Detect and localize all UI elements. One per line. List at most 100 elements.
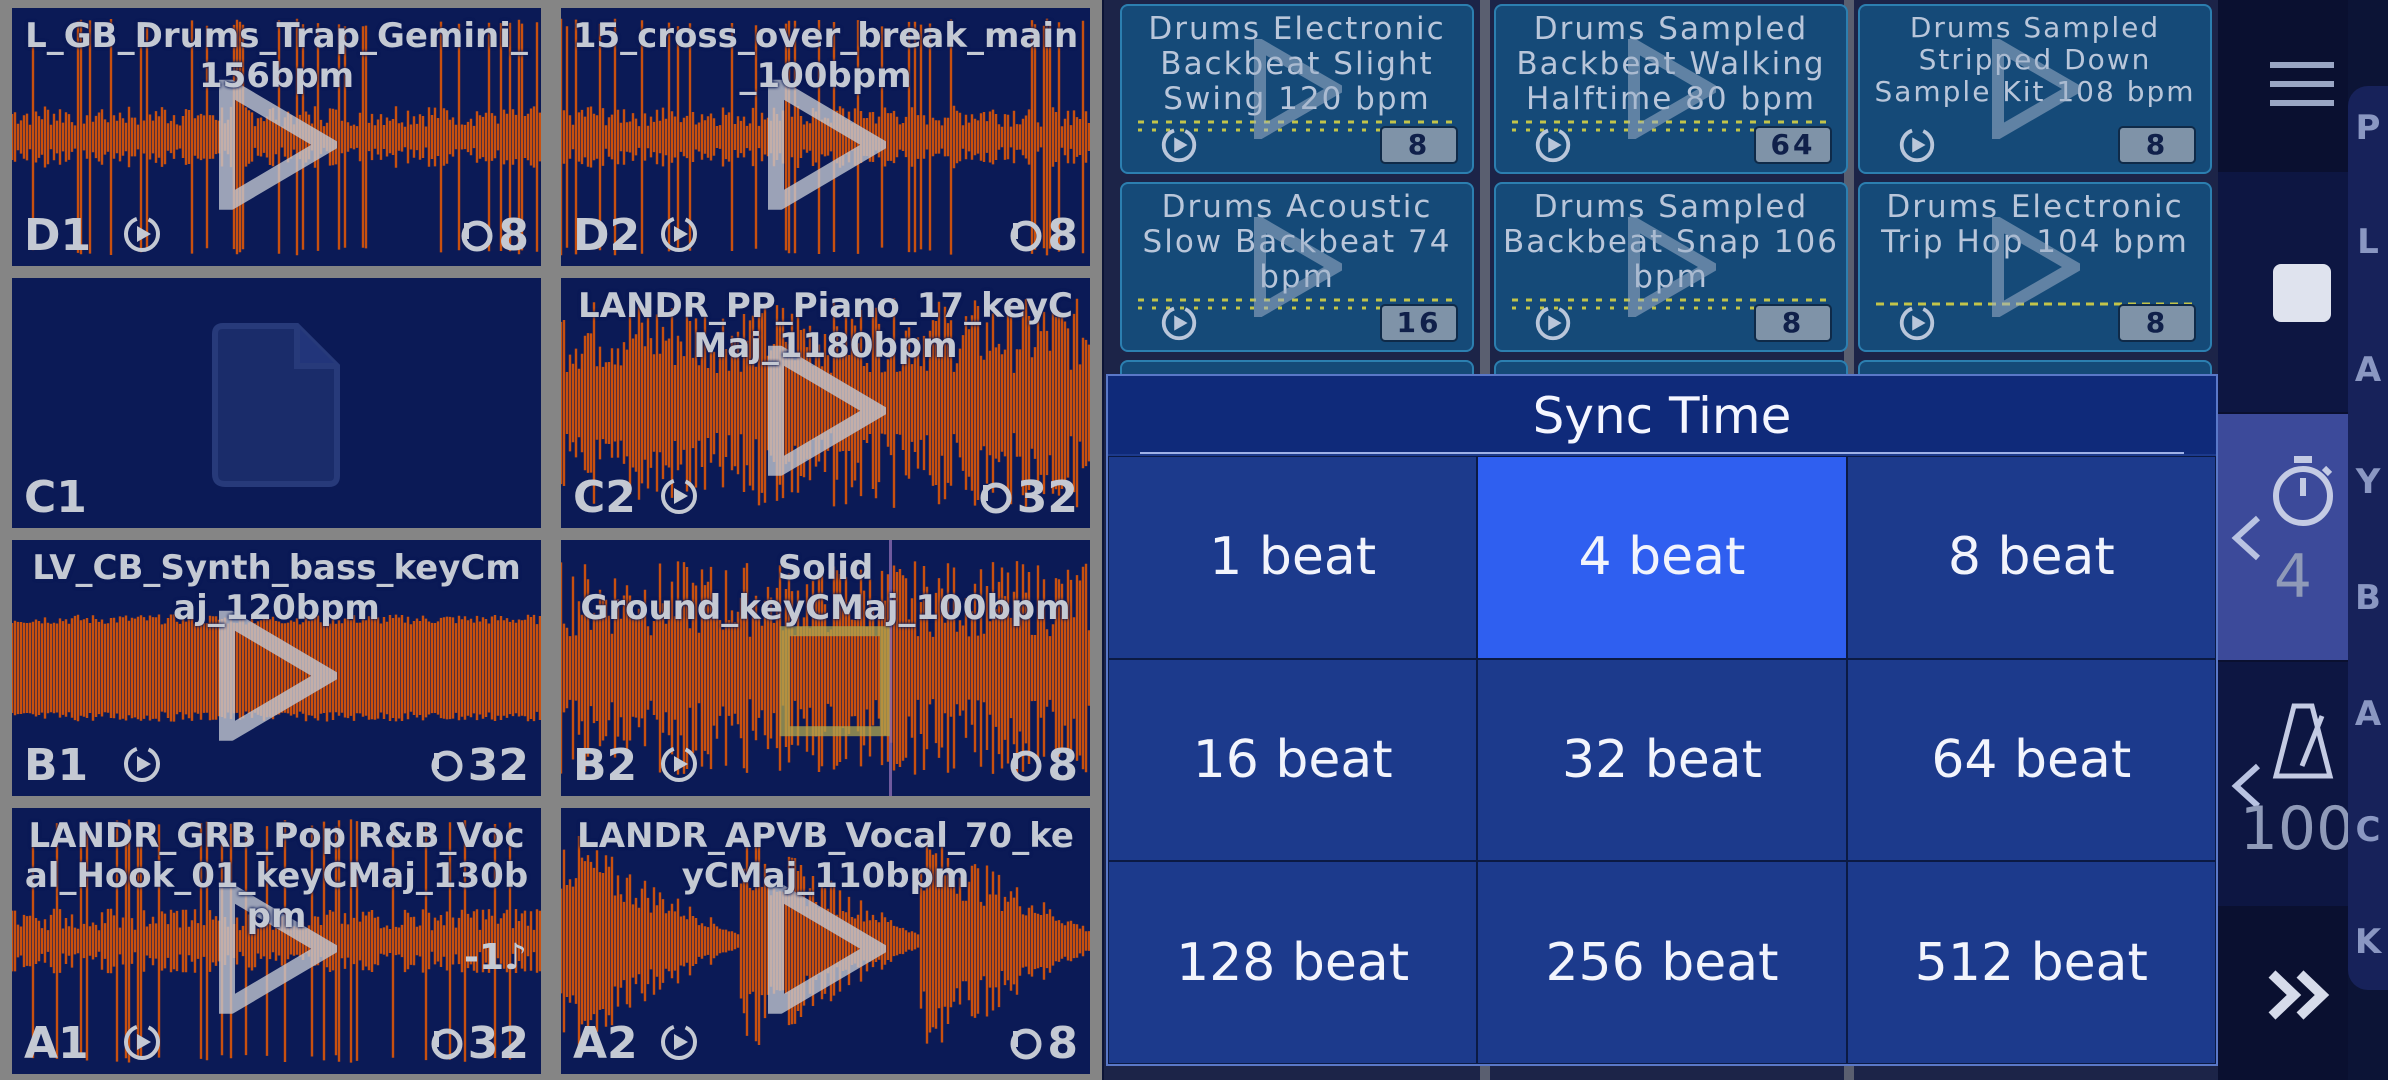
audio-pad-a1[interactable]: LANDR_GRB_Pop R&B_Vocal_Hook_01_keyCMaj_… (12, 808, 541, 1074)
sync-icon[interactable] (120, 742, 164, 786)
pad-title: LANDR_PP_Piano_17_keyCMaj_1180bpm (578, 286, 1073, 366)
note-icon: ♪ (504, 936, 527, 978)
audio-pad-grid: L_GB_Drums_Trap_Gemini_156bpm D1 8 15_cr… (0, 0, 1102, 1080)
audio-pad-d1[interactable]: L_GB_Drums_Trap_Gemini_156bpm D1 8 (12, 8, 541, 266)
tempo-value: 100 (2239, 794, 2355, 864)
sync-time-value: 4 (2273, 542, 2313, 612)
menu-button[interactable] (2218, 0, 2348, 170)
pad-slot-label: D1 (24, 210, 92, 261)
midi-clip[interactable]: Drums Sampled Backbeat Walking Halftime … (1494, 4, 1848, 174)
sync-icon[interactable] (1158, 124, 1200, 166)
sync-icon[interactable] (657, 212, 701, 256)
audio-pad-d2[interactable]: 15_cross_over_break_main_100bpm D2 8 (561, 8, 1090, 266)
sync-icon[interactable] (657, 742, 701, 786)
play-icon (767, 883, 886, 1014)
transpose-label: -1♪ (464, 936, 527, 978)
divider (1140, 452, 2184, 454)
beat-options-grid: 1 beat 4 beat 8 beat 16 beat 32 beat 64 … (1108, 456, 2216, 1064)
pad-title: LANDR_APVB_Vocal_70_keyCMaj_110bpm (577, 816, 1074, 896)
pad-slot-label: D2 (573, 210, 641, 261)
loop-badge: 8 (1380, 126, 1458, 164)
sync-icon[interactable] (120, 212, 164, 256)
forward-button[interactable] (2218, 908, 2348, 1080)
metronome-icon (2272, 703, 2334, 779)
sync-icon[interactable] (657, 1020, 701, 1064)
beat-option-16[interactable]: 16 beat (1108, 658, 1478, 862)
play-icon (1628, 217, 1716, 317)
pad-slot-label: B1 (24, 740, 89, 791)
strip-letter: B (2355, 578, 2381, 618)
strip-letter: A (2354, 350, 2382, 390)
midi-clip[interactable]: Drums Electronic Trip Hop 104 bpm 8 (1858, 182, 2212, 352)
pad-title: Solid Ground_keyCMaj_100bpm (580, 548, 1071, 628)
loop-count: 32 (979, 474, 1078, 522)
dialog-title: Sync Time (1108, 376, 2216, 454)
beat-option-8[interactable]: 8 beat (1846, 456, 2216, 659)
play-icon (1628, 39, 1716, 139)
beat-option-4[interactable]: 4 beat (1477, 456, 1847, 659)
menu-icon (2270, 62, 2334, 106)
pad-slot-label: B2 (573, 740, 638, 791)
double-chevron-right-icon (2268, 970, 2330, 1020)
beat-option-128[interactable]: 128 beat (1108, 861, 1478, 1064)
audio-pad-a2[interactable]: LANDR_APVB_Vocal_70_keyCMaj_110bpm A2 8 (561, 808, 1090, 1074)
beat-option-1[interactable]: 1 beat (1108, 456, 1478, 659)
beat-option-512[interactable]: 512 beat (1846, 861, 2216, 1064)
stop-button[interactable] (2218, 172, 2348, 412)
loop-count: 8 (460, 212, 529, 260)
loop-badge: 16 (1380, 304, 1458, 342)
document-icon (211, 323, 340, 487)
audio-pad-b2[interactable]: Solid Ground_keyCMaj_100bpm B2 8 (561, 540, 1090, 796)
sync-icon[interactable] (1532, 124, 1574, 166)
beat-option-64[interactable]: 64 beat (1846, 658, 2216, 862)
midi-clip[interactable]: Drums Sampled Backbeat Snap 106 bpm 8 (1494, 182, 1848, 352)
pad-title: L_GB_Drums_Trap_Gemini_156bpm (25, 16, 528, 96)
sync-icon[interactable] (120, 1020, 164, 1064)
loop-count: 8 (1009, 742, 1078, 790)
audio-pad-b1[interactable]: LV_CB_Synth_bass_keyCmaj_120bpm B1 32 (12, 540, 541, 796)
loop-badge: 8 (1754, 304, 1832, 342)
strip-letter: K (2354, 922, 2382, 962)
strip-letter: C (2355, 810, 2381, 850)
loop-count: 8 (1009, 1020, 1078, 1068)
loop-icon (431, 1028, 463, 1060)
beat-option-256[interactable]: 256 beat (1477, 861, 1847, 1064)
midi-clip[interactable]: Drums Acoustic Slow Backbeat 74 bpm 16 (1120, 182, 1474, 352)
audio-pad-c1[interactable]: C1 (12, 278, 541, 528)
sync-icon[interactable] (1896, 124, 1938, 166)
playback-letter-strip: P L A Y B A C K (2348, 86, 2388, 990)
play-icon (1254, 217, 1342, 317)
play-icon (1254, 39, 1342, 139)
loop-icon (1010, 220, 1042, 252)
loop-icon (431, 750, 463, 782)
play-icon (1992, 217, 2080, 317)
pad-title: 15_cross_over_break_main_100bpm (572, 16, 1079, 96)
sidebar: 4 100 (2218, 0, 2354, 1080)
audio-pad-c2[interactable]: LANDR_PP_Piano_17_keyCMaj_1180bpm C2 32 (561, 278, 1090, 528)
pad-slot-label: C2 (573, 472, 636, 523)
beat-option-32[interactable]: 32 beat (1477, 658, 1847, 862)
midi-clip[interactable]: Drums Sampled Stripped Down Sample Kit 1… (1858, 4, 2212, 174)
stop-icon (2273, 264, 2331, 322)
loop-count: 8 (1009, 212, 1078, 260)
sync-icon[interactable] (1158, 302, 1200, 344)
strip-letter: A (2354, 694, 2382, 734)
sync-time-button[interactable]: 4 (2218, 414, 2348, 660)
loop-icon (1010, 750, 1042, 782)
play-icon (218, 610, 337, 741)
play-icon (218, 79, 337, 210)
stopwatch-icon (2273, 456, 2333, 526)
metronome-button[interactable]: 100 (2218, 662, 2354, 906)
sync-icon[interactable] (1532, 302, 1574, 344)
midi-clip[interactable]: Drums Electronic Backbeat Slight Swing 1… (1120, 4, 1474, 174)
strip-letter: L (2357, 222, 2379, 262)
pad-slot-label: C1 (24, 472, 87, 523)
pad-title: LV_CB_Synth_bass_keyCmaj_120bpm (32, 548, 521, 628)
play-icon (1992, 39, 2080, 139)
loop-icon (980, 482, 1012, 514)
pad-slot-label: A1 (24, 1018, 89, 1069)
strip-letter: Y (2355, 462, 2381, 502)
sync-icon[interactable] (1896, 302, 1938, 344)
sync-icon[interactable] (657, 474, 701, 518)
loop-badge: 8 (2118, 126, 2196, 164)
